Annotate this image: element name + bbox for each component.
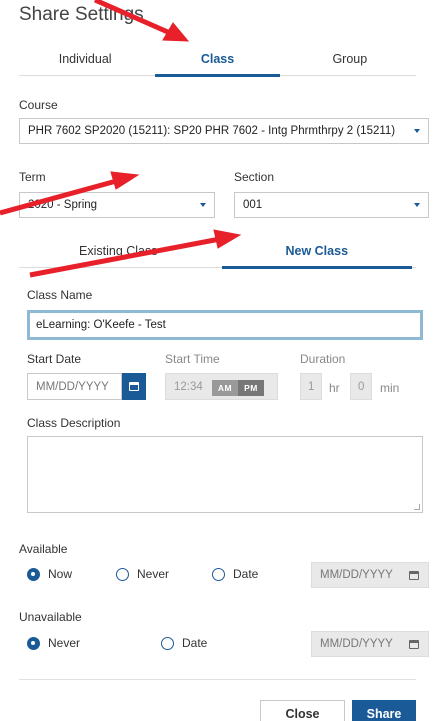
unavailable-date-label: Date bbox=[182, 636, 208, 650]
class-tabs: Existing Class New Class bbox=[19, 234, 417, 269]
available-date-input[interactable]: MM/DD/YYYY bbox=[311, 562, 429, 588]
share-button[interactable]: Share bbox=[352, 700, 416, 721]
footer-divider bbox=[19, 679, 416, 680]
caret-down-icon bbox=[200, 203, 206, 207]
unavailable-date-placeholder: MM/DD/YYYY bbox=[320, 638, 393, 650]
class-name-label: Class Name bbox=[27, 288, 93, 302]
duration-minutes-input[interactable]: 0 bbox=[350, 373, 372, 400]
start-time-value: 12:34 bbox=[174, 380, 203, 393]
new-class-panel: Class Name eLearning: O'Keefe - Test Sta… bbox=[19, 270, 429, 535]
caret-down-icon bbox=[414, 129, 420, 133]
term-select[interactable]: 2020 - Spring bbox=[19, 192, 215, 218]
unavailable-date-input[interactable]: MM/DD/YYYY bbox=[311, 631, 429, 657]
ampm-toggle[interactable]: AM PM bbox=[212, 380, 264, 396]
section-label: Section bbox=[234, 170, 275, 184]
available-never-label: Never bbox=[137, 567, 170, 581]
radio-icon bbox=[161, 636, 174, 650]
course-select[interactable]: PHR 7602 SP2020 (15211): SP20 PHR 7602 -… bbox=[19, 118, 429, 144]
radio-icon bbox=[27, 636, 40, 650]
unavailable-never-label: Never bbox=[48, 636, 81, 650]
close-button[interactable]: Close bbox=[260, 700, 345, 721]
section-select[interactable]: 001 bbox=[234, 192, 429, 218]
start-date-calendar-button[interactable] bbox=[122, 373, 146, 400]
duration-hours-unit: hr bbox=[329, 381, 340, 395]
available-date-radio[interactable]: Date bbox=[212, 567, 258, 581]
duration-hours-input[interactable]: 1 bbox=[300, 373, 322, 400]
available-label: Available bbox=[19, 542, 68, 556]
class-name-input[interactable]: eLearning: O'Keefe - Test bbox=[27, 310, 423, 340]
unavailable-options: Never Date MM/DD/YYYY bbox=[19, 631, 429, 657]
tab-individual[interactable]: Individual bbox=[19, 42, 151, 75]
unavailable-never-radio[interactable]: Never bbox=[27, 636, 80, 650]
radio-icon bbox=[212, 567, 225, 581]
share-tabs: Individual Class Group bbox=[19, 42, 416, 77]
start-date-input[interactable]: MM/DD/YYYY bbox=[27, 373, 122, 400]
calendar-icon[interactable] bbox=[409, 571, 419, 580]
pm-option[interactable]: PM bbox=[238, 380, 264, 396]
class-name-value: eLearning: O'Keefe - Test bbox=[36, 319, 166, 331]
resize-handle-icon[interactable] bbox=[414, 504, 420, 510]
dialog-title: Share Settings bbox=[19, 4, 144, 25]
unavailable-label: Unavailable bbox=[19, 610, 82, 624]
term-label: Term bbox=[19, 170, 46, 184]
class-description-textarea[interactable] bbox=[27, 436, 423, 513]
duration-minutes-unit: min bbox=[380, 381, 400, 395]
tab-new-class[interactable]: New Class bbox=[218, 234, 417, 269]
available-never-radio[interactable]: Never bbox=[116, 567, 169, 581]
am-option[interactable]: AM bbox=[212, 380, 238, 396]
caret-down-icon bbox=[414, 203, 420, 207]
calendar-icon bbox=[129, 382, 139, 391]
available-date-placeholder: MM/DD/YYYY bbox=[320, 569, 393, 581]
duration-hours-value: 1 bbox=[308, 380, 315, 393]
radio-icon bbox=[27, 567, 40, 581]
calendar-icon[interactable] bbox=[409, 640, 419, 649]
tab-group[interactable]: Group bbox=[284, 42, 416, 75]
duration-minutes-value: 0 bbox=[358, 380, 365, 393]
course-label: Course bbox=[19, 98, 58, 112]
tab-class[interactable]: Class bbox=[151, 42, 283, 77]
duration-label: Duration bbox=[300, 352, 346, 366]
start-time-input[interactable]: 12:34 AM PM bbox=[165, 373, 278, 400]
section-value: 001 bbox=[243, 199, 263, 211]
start-date-placeholder: MM/DD/YYYY bbox=[36, 380, 109, 393]
tab-existing-class[interactable]: Existing Class bbox=[19, 234, 218, 267]
unavailable-date-radio[interactable]: Date bbox=[161, 636, 207, 650]
available-options: Now Never Date MM/DD/YYYY bbox=[19, 562, 429, 588]
available-now-radio[interactable]: Now bbox=[27, 567, 72, 581]
course-value: PHR 7602 SP2020 (15211): SP20 PHR 7602 -… bbox=[28, 125, 396, 137]
available-now-label: Now bbox=[48, 567, 73, 581]
start-date-label: Start Date bbox=[27, 352, 82, 366]
term-value: 2020 - Spring bbox=[28, 199, 98, 211]
radio-icon bbox=[116, 567, 129, 581]
class-description-label: Class Description bbox=[27, 416, 121, 430]
available-date-label: Date bbox=[233, 567, 259, 581]
start-time-label: Start Time bbox=[165, 352, 220, 366]
